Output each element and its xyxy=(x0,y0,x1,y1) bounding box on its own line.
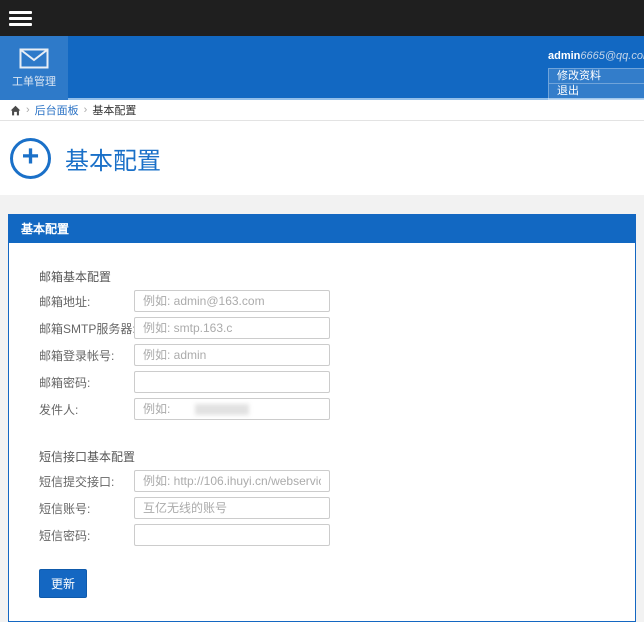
field-label: 短信提交接口: xyxy=(39,473,134,490)
email-password-input[interactable] xyxy=(134,371,330,393)
form-row-email-address: 邮箱地址: xyxy=(39,290,615,312)
panel-body: 邮箱基本配置 邮箱地址: 邮箱SMTP服务器: 邮箱登录帐号: 邮箱密码: 发件… xyxy=(9,243,635,621)
user-area: admin6665@qq.com 修改资料 退出 xyxy=(548,36,644,98)
breadcrumb-separator: › xyxy=(26,104,30,116)
breadcrumb: › 后台面板 › 基本配置 xyxy=(0,100,644,121)
update-button[interactable]: 更新 xyxy=(39,569,87,598)
section-title-email: 邮箱基本配置 xyxy=(39,268,615,282)
plus-circle-icon: + xyxy=(10,138,51,179)
form-row-sms-password: 短信密码: xyxy=(39,524,615,546)
topbar xyxy=(0,0,644,36)
sms-account-input[interactable] xyxy=(134,497,330,519)
field-label: 邮箱SMTP服务器: xyxy=(39,320,134,337)
home-icon[interactable] xyxy=(10,105,21,116)
page-title: 基本配置 xyxy=(65,141,161,176)
user-email-suffix: 6665@qq.com xyxy=(580,50,644,62)
smtp-server-input[interactable] xyxy=(134,317,330,339)
email-account-input[interactable] xyxy=(134,344,330,366)
config-panel: 基本配置 邮箱基本配置 邮箱地址: 邮箱SMTP服务器: 邮箱登录帐号: 邮箱密… xyxy=(8,214,636,622)
field-label: 邮箱登录帐号: xyxy=(39,347,134,364)
page-header: + 基本配置 xyxy=(0,121,644,195)
breadcrumb-separator: › xyxy=(84,104,88,116)
sms-password-input[interactable] xyxy=(134,524,330,546)
field-label: 短信账号: xyxy=(39,500,134,517)
envelope-icon xyxy=(19,48,49,69)
panel-heading: 基本配置 xyxy=(9,215,635,243)
form-row-smtp-server: 邮箱SMTP服务器: xyxy=(39,317,615,339)
content-area: 基本配置 邮箱基本配置 邮箱地址: 邮箱SMTP服务器: 邮箱登录帐号: 邮箱密… xyxy=(0,195,644,622)
brand-tile[interactable]: 工单管理 xyxy=(0,36,68,100)
breadcrumb-current: 基本配置 xyxy=(92,102,136,118)
form-row-email-account: 邮箱登录帐号: xyxy=(39,344,615,366)
field-label: 发件人: xyxy=(39,401,134,418)
form-row-email-password: 邮箱密码: xyxy=(39,371,615,393)
sms-gateway-input[interactable] xyxy=(134,470,330,492)
menu-item-logout[interactable]: 退出 xyxy=(548,84,644,100)
hamburger-menu-icon[interactable] xyxy=(9,8,32,29)
navbar: 工单管理 admin6665@qq.com 修改资料 退出 xyxy=(0,36,644,100)
email-address-input[interactable] xyxy=(134,290,330,312)
section-title-sms: 短信接口基本配置 xyxy=(39,448,615,462)
field-label: 邮箱密码: xyxy=(39,374,134,391)
form-row-sms-gateway: 短信提交接口: xyxy=(39,470,615,492)
menu-item-edit-profile[interactable]: 修改资料 xyxy=(548,68,644,84)
user-menu: 修改资料 退出 xyxy=(548,68,644,100)
brand-label: 工单管理 xyxy=(12,73,56,89)
user-email: admin6665@qq.com xyxy=(548,48,644,64)
breadcrumb-link-dashboard[interactable]: 后台面板 xyxy=(35,102,79,118)
field-label: 邮箱地址: xyxy=(39,293,134,310)
form-row-sms-account: 短信账号: xyxy=(39,497,615,519)
field-label: 短信密码: xyxy=(39,527,134,544)
user-name: admin xyxy=(548,50,580,62)
form-row-sender: 发件人: xyxy=(39,398,615,420)
sender-input[interactable] xyxy=(134,398,330,420)
